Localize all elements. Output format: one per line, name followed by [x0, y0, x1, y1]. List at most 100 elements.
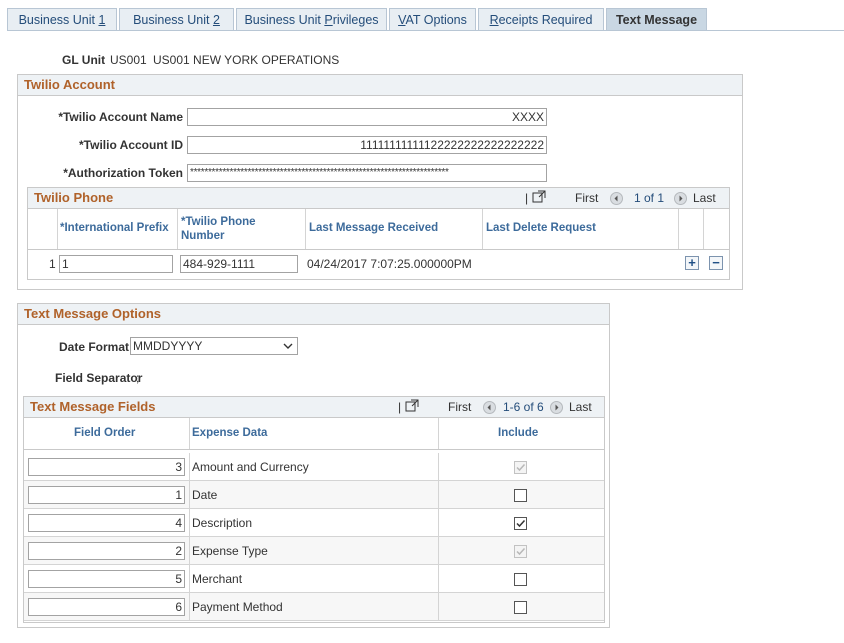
chevron-down-icon	[283, 343, 293, 349]
tab-receipts-required[interactable]: Receipts Required	[478, 8, 604, 30]
view-all-icon[interactable]	[532, 190, 546, 203]
twilio-account-id-label: *Twilio Account ID	[79, 138, 183, 152]
authorization-token-field[interactable]: ****************************************…	[187, 164, 547, 182]
twilio-phone-column-header-row: *International Prefix *Twilio Phone Numb…	[28, 209, 729, 250]
twilio-phone-title: Twilio Phone	[34, 190, 114, 205]
tab-business-unit-1[interactable]: Business Unit 1	[7, 8, 117, 30]
field-order-input[interactable]: 2	[28, 542, 185, 560]
include-checkbox[interactable]	[514, 517, 527, 530]
column-divider	[189, 565, 190, 593]
expense-data-value: Payment Method	[192, 600, 283, 614]
tab-business-unit-privileges[interactable]: Business Unit Privileges	[236, 8, 387, 30]
twilio-phone-grid-header: Twilio Phone | First 1 of 1 Last	[28, 188, 729, 209]
text-message-fields-grid: Text Message Fields | First 1-6 of 6 Las…	[23, 396, 605, 623]
grid-nav-first[interactable]: First	[448, 400, 471, 414]
table-row: 2 Expense Type	[24, 537, 604, 565]
table-row: 1 Date	[24, 481, 604, 509]
column-divider	[438, 565, 439, 593]
include-checkbox	[514, 461, 527, 474]
twilio-account-id-field[interactable]: 11111111111122222222222222222	[187, 136, 547, 154]
text-message-fields-title: Text Message Fields	[30, 399, 156, 414]
grid-nav-count: 1 of 1	[634, 191, 665, 205]
separator-bar: |	[525, 191, 529, 205]
date-format-select[interactable]: MMDDYYYY	[130, 337, 298, 355]
column-divider	[703, 209, 704, 249]
tab-business-unit-2[interactable]: Business Unit 2	[119, 8, 234, 30]
tab-divider	[7, 30, 844, 31]
twilio-account-name-field[interactable]: XXXX	[187, 108, 547, 126]
fields-rows: 3 Amount and Currency 1 Date 4 Description 2 Ex…	[24, 453, 604, 621]
twilio-account-group: Twilio Account *Twilio Account Name XXXX…	[17, 74, 743, 290]
column-divider	[482, 209, 483, 249]
tab-label-accesskey: V	[398, 13, 406, 27]
include-checkbox[interactable]	[514, 601, 527, 614]
view-all-icon[interactable]	[405, 399, 419, 412]
table-row: 1 1 484-929-1111 04/24/2017 7:07:25.0000…	[28, 254, 729, 278]
grid-nav-first[interactable]: First	[575, 191, 598, 205]
column-divider	[189, 453, 190, 481]
include-checkbox[interactable]	[514, 489, 527, 502]
prev-row-icon[interactable]	[483, 401, 496, 414]
checkmark-icon	[516, 463, 526, 472]
fields-column-header-row: Field Order Expense Data Include	[24, 418, 604, 450]
table-row: 4 Description	[24, 509, 604, 537]
column-header-twilio-phone-number: *Twilio Phone Number	[181, 216, 256, 242]
field-order-input[interactable]: 3	[28, 458, 185, 476]
grid-nav-last[interactable]: Last	[569, 400, 592, 414]
column-divider	[177, 209, 178, 249]
text-message-options-group: Text Message Options Date Format MMDDYYY…	[17, 303, 610, 628]
field-order-input[interactable]: 4	[28, 514, 185, 532]
column-divider	[438, 509, 439, 537]
column-header-include: Include	[498, 427, 539, 439]
tab-label-accesskey: 1	[98, 13, 106, 27]
expense-data-value: Date	[192, 488, 218, 502]
tab-label: Business Unit	[244, 13, 325, 27]
next-row-icon[interactable]	[550, 401, 563, 414]
delete-row-button[interactable]: −	[709, 256, 723, 270]
twilio-phone-number-field[interactable]: 484-929-1111	[180, 255, 298, 273]
twilio-phone-grid: Twilio Phone | First 1 of 1 Last *Intern…	[27, 187, 730, 280]
date-format-value: MMDDYYYY	[133, 339, 203, 353]
field-order-input[interactable]: 6	[28, 598, 185, 616]
tab-label: Business Unit	[133, 13, 213, 27]
authorization-token-label: *Authorization Token	[63, 166, 183, 180]
tab-label-accesskey: P	[324, 13, 333, 27]
twilio-account-title: Twilio Account	[18, 75, 742, 96]
field-order-input[interactable]: 1	[28, 486, 185, 504]
add-row-button[interactable]: +	[685, 256, 699, 270]
tab-text-message[interactable]: Text Message	[606, 8, 707, 31]
expense-data-value: Merchant	[192, 572, 243, 586]
column-divider	[189, 537, 190, 565]
column-header-international-prefix: *International Prefix	[60, 222, 169, 234]
column-divider	[438, 453, 439, 481]
grid-nav-last[interactable]: Last	[693, 191, 716, 205]
column-divider	[189, 593, 190, 621]
tab-label-rest: rivileges	[332, 13, 379, 27]
separator-bar: |	[398, 400, 402, 414]
field-separator-label: Field Separator	[55, 371, 143, 385]
field-order-input[interactable]: 5	[28, 570, 185, 588]
expense-data-value: Expense Type	[192, 544, 268, 558]
text-message-options-title: Text Message Options	[18, 304, 609, 325]
text-message-fields-grid-header: Text Message Fields | First 1-6 of 6 Las…	[24, 397, 604, 418]
column-divider	[438, 481, 439, 509]
checkmark-icon	[516, 519, 526, 528]
tab-label-rest: AT Options	[405, 13, 467, 27]
column-divider	[305, 209, 306, 249]
tab-vat-options[interactable]: VAT Options	[389, 8, 476, 30]
column-divider	[189, 418, 190, 449]
tab-label: Text Message	[615, 13, 698, 27]
column-divider	[438, 537, 439, 565]
twilio-account-name-label: *Twilio Account Name	[58, 110, 183, 124]
row-divider	[24, 620, 604, 621]
include-checkbox[interactable]	[514, 573, 527, 586]
expense-data-value: Amount and Currency	[192, 460, 309, 474]
international-prefix-field[interactable]: 1	[59, 255, 173, 273]
next-row-icon[interactable]	[674, 192, 687, 205]
include-checkbox	[514, 545, 527, 558]
column-divider	[189, 481, 190, 509]
column-header-expense-data: Expense Data	[192, 427, 268, 439]
prev-row-icon[interactable]	[610, 192, 623, 205]
column-divider	[438, 593, 439, 621]
checkmark-icon	[516, 547, 526, 556]
